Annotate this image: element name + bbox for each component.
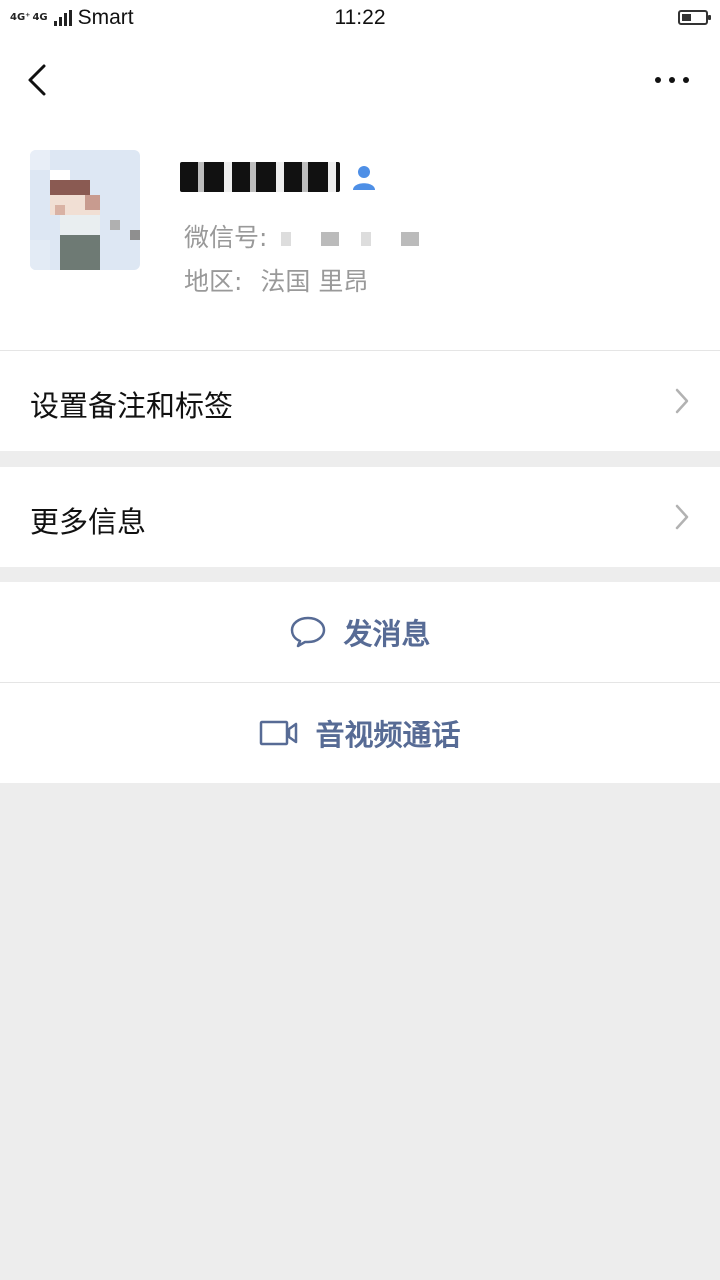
region-value: 法国 里昂 xyxy=(260,267,369,296)
send-message-label: 发消息 xyxy=(343,617,431,651)
more-info-label: 更多信息 xyxy=(30,505,147,539)
chat-bubble-icon xyxy=(291,616,326,648)
battery-icon xyxy=(678,10,711,25)
nickname-redacted xyxy=(180,162,340,192)
chevron-right-icon xyxy=(675,388,689,414)
back-arrow-icon[interactable] xyxy=(20,60,60,100)
region-row: 地区: 法国 里昂 xyxy=(184,262,368,298)
person-icon xyxy=(353,166,375,190)
avatar[interactable] xyxy=(30,150,140,270)
wechat-id-row: 微信号: xyxy=(184,218,432,254)
name-row xyxy=(180,156,378,198)
remark-tags-label: 设置备注和标签 xyxy=(30,389,234,423)
remark-tags-row[interactable]: 设置备注和标签 xyxy=(0,351,720,451)
wechat-id-redacted xyxy=(281,232,432,246)
status-time: 11:22 xyxy=(334,6,386,29)
video-camera-icon xyxy=(260,720,298,746)
video-call-label: 音视频通话 xyxy=(315,718,461,752)
more-info-row[interactable]: 更多信息 xyxy=(0,467,720,567)
region-label: 地区: xyxy=(184,267,243,296)
status-bar: 4G⁺ 4G Smart 11:22 xyxy=(0,0,720,40)
profile-header: 微信号: 地区: 法国 里昂 xyxy=(0,120,720,350)
wechat-id-label: 微信号: xyxy=(184,223,268,252)
video-call-button[interactable]: 音视频通话 xyxy=(0,683,720,783)
more-icon[interactable] xyxy=(652,70,692,90)
chevron-right-icon xyxy=(675,504,689,530)
send-message-button[interactable]: 发消息 xyxy=(0,582,720,682)
nav-bar xyxy=(0,40,720,120)
